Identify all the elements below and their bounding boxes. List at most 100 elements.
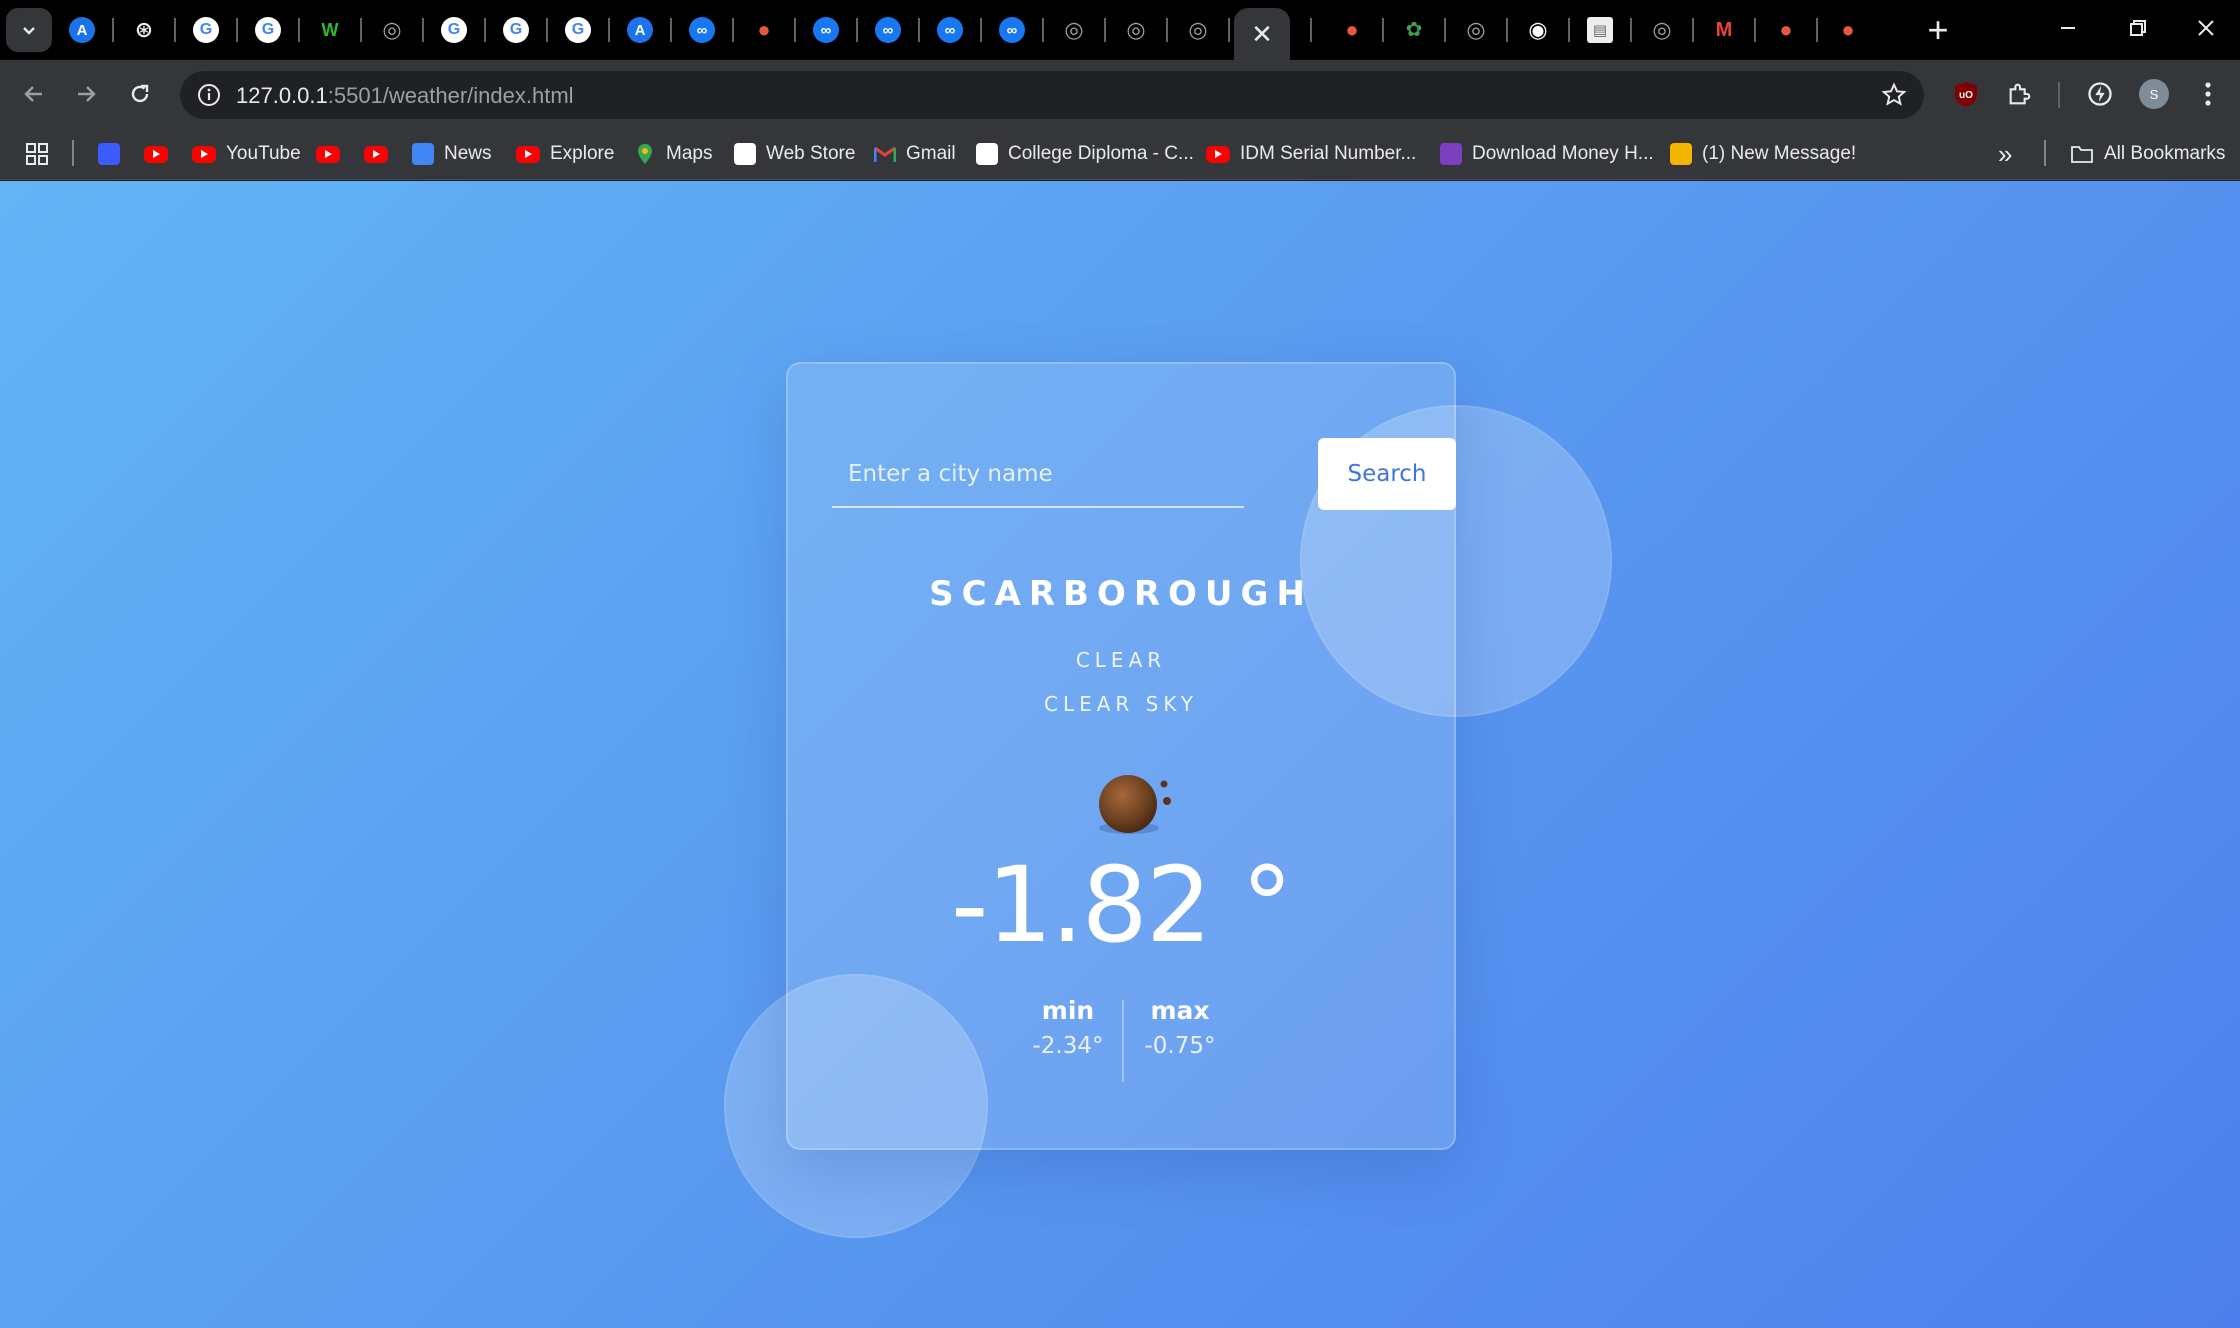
bookmark-youtube-icon[interactable] (316, 140, 340, 168)
browser-tab[interactable]: M (1704, 10, 1744, 50)
browser-tab[interactable]: ▤ (1580, 10, 1620, 50)
browser-tab[interactable]: ● (1828, 10, 1868, 50)
minimize-button[interactable] (2036, 6, 2100, 50)
analytics-icon: A (69, 17, 95, 43)
tab-separator (1228, 18, 1230, 42)
bookmark-explore[interactable]: Explore (516, 140, 614, 168)
bookmark-star-icon[interactable] (1878, 79, 1910, 111)
weather-description: CLEAR SKY (1044, 692, 1198, 716)
gmail-icon (874, 143, 896, 165)
back-button[interactable] (14, 74, 54, 114)
bookmark-label: Download Money H... (1472, 143, 1654, 164)
bookmark-youtube-icon[interactable] (144, 140, 168, 168)
bookmark-label: (1) New Message! (1702, 143, 1857, 164)
address-bar[interactable]: 127.0.0.1:5501/weather/index.html (180, 71, 1924, 119)
all-bookmarks-button[interactable]: All Bookmarks (2070, 140, 2225, 168)
reload-button[interactable] (120, 74, 160, 114)
globe-icon: ◎ (1064, 17, 1084, 42)
restore-button[interactable] (2106, 6, 2170, 50)
ublock-extension-icon[interactable]: uO (1948, 76, 1984, 112)
browser-tab[interactable]: A (62, 10, 102, 50)
new-tab-button[interactable]: + (1918, 9, 1958, 50)
bookmark-youtube[interactable]: YouTube (192, 140, 301, 168)
bookmark-news[interactable]: News (412, 140, 492, 168)
globe-icon: ◎ (1188, 17, 1208, 42)
tab-separator (856, 18, 858, 42)
bookmark-web-store[interactable]: Web Store (734, 140, 855, 168)
browser-tab[interactable]: A (620, 10, 660, 50)
browser-tab[interactable]: G (248, 10, 288, 50)
google-icon: G (503, 17, 529, 43)
browser-menu-icon[interactable] (2190, 76, 2226, 112)
tab-separator (1506, 18, 1508, 42)
browser-tab[interactable]: ✿ (1394, 10, 1434, 50)
browser-tab[interactable]: ∞ (806, 10, 846, 50)
bookmark-gmail[interactable]: Gmail (874, 140, 956, 168)
svg-text:uO: uO (1959, 90, 1973, 101)
browser-tab[interactable]: ● (1766, 10, 1806, 50)
youtube-icon (516, 145, 540, 163)
bookmark-college-diploma-c[interactable]: College Diploma - C... (976, 140, 1194, 168)
clear-night-icon (1088, 764, 1178, 854)
profile-avatar[interactable]: S (2136, 76, 2172, 112)
bookmark-label: News (444, 143, 492, 164)
forward-arrow-icon (78, 86, 96, 102)
meta-icon: ∞ (813, 17, 839, 43)
min-value: -2.34° (1032, 1033, 1104, 1059)
browser-tab[interactable]: ◎ (372, 10, 412, 50)
browser-tab[interactable]: ◎ (1456, 10, 1496, 50)
tab-separator (546, 18, 548, 42)
bookmark-label: YouTube (226, 143, 301, 164)
browser-tab[interactable]: ⊛ (124, 10, 164, 50)
youtube-icon (144, 145, 168, 163)
browser-tab[interactable]: W (310, 10, 350, 50)
bookmark-1-new-message[interactable]: (1) New Message! (1670, 140, 1856, 168)
performance-icon[interactable] (2082, 76, 2118, 112)
browser-tab[interactable]: ∞ (992, 10, 1032, 50)
bookmarks-overflow-button[interactable]: » (1998, 139, 2012, 169)
browser-tab[interactable]: ∞ (868, 10, 908, 50)
meta-icon: ∞ (875, 17, 901, 43)
browser-tab[interactable]: G (186, 10, 226, 50)
close-window-button[interactable] (2174, 6, 2238, 50)
weather-card: Search SCARBOROUGH CLEAR CLEAR SKY -1 (786, 362, 1456, 1150)
bookmark-arrow-bookmark-icon[interactable] (98, 140, 120, 168)
browser-tab[interactable]: ◎ (1116, 10, 1156, 50)
browser-tab[interactable]: ◉ (1518, 10, 1558, 50)
bookmark-youtube-icon[interactable] (364, 140, 388, 168)
bookmarks-divider (2044, 140, 2046, 166)
globe-icon: ◎ (1652, 17, 1672, 42)
browser-tab[interactable]: ● (744, 10, 784, 50)
active-tab[interactable]: ✕ (1234, 8, 1290, 60)
search-button[interactable]: Search (1318, 438, 1456, 510)
tab-separator (1166, 18, 1168, 42)
browser-tab[interactable]: ◎ (1642, 10, 1682, 50)
extensions-puzzle-icon[interactable] (2002, 76, 2038, 112)
hat-icon: ● (1841, 17, 1855, 42)
forward-button[interactable] (66, 74, 106, 114)
tab-search-button[interactable] (6, 8, 52, 52)
tab-separator (918, 18, 920, 42)
tab-separator (1754, 18, 1756, 42)
restore-icon (2130, 20, 2146, 36)
browser-tab[interactable]: G (434, 10, 474, 50)
bookmark-label: Explore (550, 143, 615, 164)
tab-separator (174, 18, 176, 42)
tab-separator (1692, 18, 1694, 42)
browser-tab[interactable]: ∞ (930, 10, 970, 50)
browser-tab[interactable]: ◎ (1054, 10, 1094, 50)
bookmark-maps[interactable]: Maps (634, 140, 712, 168)
city-search-input[interactable] (832, 442, 1244, 508)
browser-tab[interactable]: G (558, 10, 598, 50)
close-tab-icon[interactable]: ✕ (1251, 19, 1273, 50)
globe-icon: ◎ (1126, 17, 1146, 42)
site-info-icon[interactable] (192, 78, 226, 112)
browser-tab[interactable]: ● (1332, 10, 1372, 50)
browser-tab[interactable]: ∞ (682, 10, 722, 50)
bookmark-apps-grid-icon[interactable] (26, 140, 48, 168)
browser-tab[interactable]: G (496, 10, 536, 50)
browser-tab[interactable]: ◎ (1178, 10, 1218, 50)
bookmark-download-money-h[interactable]: Download Money H... (1440, 140, 1654, 168)
bookmark-idm-serial-number[interactable]: IDM Serial Number... (1206, 140, 1416, 168)
tab-separator (484, 18, 486, 42)
